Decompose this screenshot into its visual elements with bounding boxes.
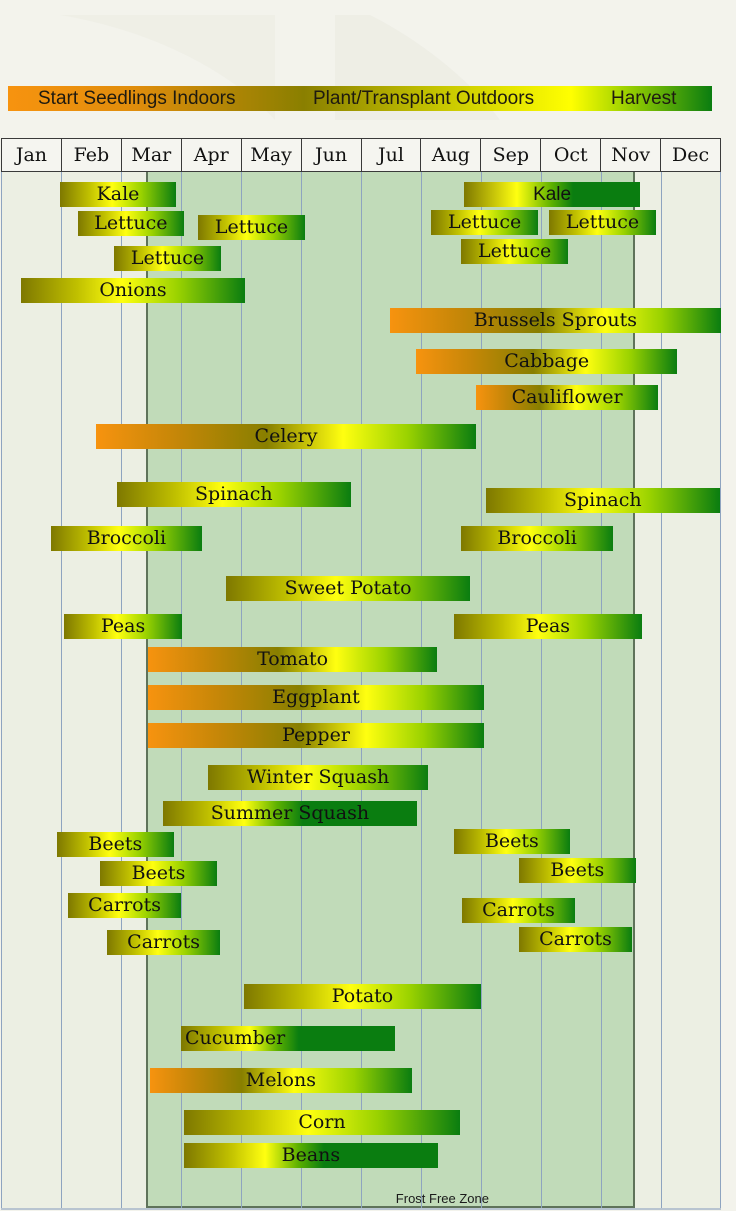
crop-label: Eggplant <box>272 686 360 709</box>
crop-bar-lettuce: Lettuce <box>197 215 306 241</box>
crop-bar-peas: Peas <box>454 614 642 640</box>
crop-label: Peas <box>100 615 146 638</box>
crop-label: Cabbage <box>504 349 590 372</box>
crop-label: Lettuce <box>130 246 205 269</box>
crop-label: Broccoli <box>497 526 577 549</box>
month-label-oct: Oct <box>541 139 602 171</box>
crop-label: Tomato <box>257 648 329 671</box>
crop-label: Celery <box>254 425 318 448</box>
crop-label: Spinach <box>563 488 642 511</box>
crop-bar-tomato: Tomato <box>148 647 438 673</box>
crop-label: Lettuce <box>447 211 522 234</box>
crop-bar-broccoli: Broccoli <box>50 525 202 551</box>
crop-label: Kale <box>96 183 140 205</box>
crop-bar-beets: Beets <box>454 828 570 854</box>
crop-bar-lettuce: Lettuce <box>548 210 657 236</box>
month-label-sep: Sep <box>481 139 542 171</box>
crop-bar-corn: Corn <box>184 1110 460 1135</box>
crop-bar-summer-squash: Summer Squash <box>163 801 417 827</box>
crop-label: Cucumber <box>185 1026 286 1049</box>
crop-bar-kale: Kale <box>464 182 640 207</box>
crop-label: Carrots <box>88 893 162 916</box>
month-header: Jan Feb Mar Apr May Jun Jul Aug Sep Oct Nov Dec <box>1 138 721 172</box>
crop-label: Beets <box>484 829 539 852</box>
crop-label: Cauliflower <box>511 386 623 408</box>
crop-bar-carrots: Carrots <box>518 927 633 953</box>
crop-bar-eggplant: Eggplant <box>148 685 484 711</box>
crop-bar-lettuce: Lettuce <box>461 238 568 264</box>
crop-label: Summer Squash <box>210 802 370 825</box>
crop-bar-carrots: Carrots <box>461 898 576 924</box>
crop-bar-carrots: Carrots <box>107 930 220 956</box>
crop-label: Lettuce <box>477 239 552 262</box>
month-label-apr: Apr <box>182 139 242 171</box>
crop-bar-broccoli: Broccoli <box>461 525 613 551</box>
frost-free-zone-label: Frost Free Zone <box>395 1191 489 1206</box>
crop-bar-beets: Beets <box>56 831 174 857</box>
month-label-aug: Aug <box>421 139 482 171</box>
legend-start-indoors: Start Seedlings Indoors <box>38 88 236 109</box>
crop-bar-cabbage: Cabbage <box>416 348 678 374</box>
crop-label: Peas <box>525 615 571 638</box>
month-label-jun: Jun <box>302 139 362 171</box>
crop-label: Carrots <box>482 899 555 922</box>
month-gridline <box>61 172 62 1208</box>
legend-bar: Start Seedlings Indoors Plant/Transplant… <box>8 86 712 111</box>
crop-label: Onions <box>99 278 167 301</box>
crop-label: Beets <box>550 858 605 881</box>
month-label-mar: Mar <box>122 139 182 171</box>
month-label-may: May <box>242 139 302 171</box>
crop-bar-onions: Onions <box>20 277 246 303</box>
crop-label: Lettuce <box>94 212 168 234</box>
crop-bar-peas: Peas <box>64 614 183 640</box>
crop-label: Sweet Potato <box>284 577 412 600</box>
crop-bar-lettuce: Lettuce <box>431 210 538 236</box>
crop-label: Brussels Sprouts <box>473 309 637 332</box>
crop-bar-lettuce: Lettuce <box>113 245 222 271</box>
crop-label: Kale <box>533 184 572 205</box>
crop-bar-celery: Celery <box>95 424 477 450</box>
month-label-nov: Nov <box>601 139 662 171</box>
crop-label: Beets <box>131 861 186 884</box>
crop-label: Winter Squash <box>246 765 390 788</box>
crop-bar-carrots: Carrots <box>68 892 181 918</box>
crop-label: Melons <box>245 1068 316 1091</box>
crop-label: Carrots <box>127 931 201 954</box>
crop-bar-pepper: Pepper <box>148 722 484 748</box>
crop-label: Lettuce <box>214 216 289 239</box>
crop-label: Pepper <box>282 723 350 746</box>
month-gridline <box>1 172 2 1208</box>
crop-bar-potato: Potato <box>244 983 481 1009</box>
crop-bar-spinach: Spinach <box>485 487 720 513</box>
crop-bar-beets: Beets <box>100 860 217 886</box>
plot-area: Frost Free Zone Kale Kale Lettuce Lettuce Le… <box>1 172 721 1210</box>
month-gridline <box>121 172 122 1208</box>
crop-label: Lettuce <box>565 211 640 234</box>
month-label-dec: Dec <box>672 144 710 166</box>
crop-label: Potato <box>331 984 394 1007</box>
crop-label: Corn <box>298 1111 346 1133</box>
crop-bar-lettuce: Lettuce <box>77 211 184 236</box>
crop-bar-brussels-sprouts: Brussels Sprouts <box>389 308 721 334</box>
crop-bar-spinach: Spinach <box>116 482 351 508</box>
month-label-jan: Jan <box>2 139 62 171</box>
crop-label: Beans <box>281 1144 341 1167</box>
crop-label: Carrots <box>539 928 612 951</box>
crop-bar-kale: Kale <box>59 182 177 207</box>
month-label-feb: Feb <box>62 139 122 171</box>
crop-bar-beets: Beets <box>518 857 636 883</box>
crop-bar-cucumber: Cucumber <box>181 1025 396 1051</box>
crop-bar-sweet-potato: Sweet Potato <box>226 576 471 602</box>
crop-bar-winter-squash: Winter Squash <box>208 764 429 790</box>
crop-label: Spinach <box>194 483 273 506</box>
legend-harvest: Harvest <box>611 88 677 109</box>
crop-label: Broccoli <box>86 526 167 549</box>
crop-bar-melons: Melons <box>149 1067 412 1093</box>
crop-bar-beans: Beans <box>184 1143 438 1169</box>
crop-bar-cauliflower: Cauliflower <box>476 385 658 410</box>
legend-plant-outdoors: Plant/Transplant Outdoors <box>313 88 535 109</box>
crop-label: Beets <box>88 832 143 855</box>
month-label-jul: Jul <box>362 139 422 171</box>
